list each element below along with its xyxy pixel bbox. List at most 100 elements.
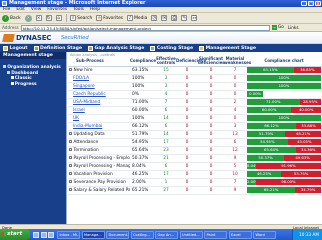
taskbar-task[interactable]: Document...: [106, 230, 129, 239]
discuss-icon[interactable]: ☷: [191, 15, 198, 21]
search-button[interactable]: ⌕ Search: [70, 15, 92, 21]
desktop-quicklaunch-icon[interactable]: [40, 231, 47, 238]
logout-icon: [3, 45, 8, 51]
compliance-bar: 46.25% 53.75%: [246, 170, 322, 179]
location-link[interactable]: FDO/LA: [69, 76, 89, 81]
favorites-button[interactable]: ★ Favorites: [96, 15, 123, 21]
compliance-bar: 0.00%: [246, 90, 322, 99]
history-icon[interactable]: ◷: [151, 15, 158, 21]
subprocess-cell[interactable]: Salary & Salary Related Payments: [68, 186, 130, 195]
nav-costing-stage[interactable]: Costing Stage: [150, 45, 193, 51]
expand-icon[interactable]: [69, 179, 72, 183]
start-button[interactable]: start: [0, 229, 30, 240]
minimize-button[interactable]: _: [301, 0, 307, 7]
subprocess-cell[interactable]: Payroll Processing - Employees: [68, 154, 130, 163]
menu-help[interactable]: Help: [90, 7, 100, 12]
significant-deficiencies-value: 0: [198, 178, 224, 187]
material-weaknesses-value: 9: [224, 186, 246, 195]
mail-icon[interactable]: ✉: [161, 15, 168, 21]
table-row[interactable]: Singapore 100% 3 0 0 0 100%: [68, 82, 322, 91]
close-button[interactable]: ×: [315, 0, 321, 7]
table-row[interactable]: Payroll Processing - Managers8.04%60058.…: [68, 162, 322, 171]
table-row[interactable]: USA-Midland 71.00% 7 0 0 2 71.00% 28.95%: [68, 98, 322, 107]
table-row[interactable]: Termination 65.64% 23 0 0 12 65.64% 34.36%: [68, 146, 322, 155]
nav-logout[interactable]: Logout: [3, 45, 28, 51]
address-input[interactable]: http://10.11.25.45:8080/sinfed/action/se…: [20, 24, 270, 31]
significant-deficiencies-value: 0: [198, 90, 224, 99]
edit-icon[interactable]: ✎: [181, 15, 188, 21]
table-row[interactable]: New hire 63.15% 15 0 0 7 63.15% 36.85%: [68, 66, 322, 75]
table-row[interactable]: India-Mumbai 66.12% 6 0 0 3 66.12% 33.88%: [68, 122, 322, 131]
expand-icon[interactable]: [69, 131, 72, 135]
col-effective-controls[interactable]: Effective controls: [156, 56, 176, 67]
subprocess-cell[interactable]: New hire: [68, 66, 130, 75]
location-link[interactable]: Singapore: [69, 84, 95, 89]
taskbar-task[interactable]: Inbox - Mi...: [57, 230, 80, 239]
menu-view[interactable]: View: [31, 7, 41, 12]
expand-icon[interactable]: [69, 171, 72, 175]
subprocess-cell[interactable]: Severance Pay Provision: [68, 178, 130, 187]
sidebar-tree: Organization analysis Dashboard Classic …: [0, 59, 66, 87]
col-subprocess[interactable]: Sub-Process: [68, 56, 130, 67]
menu-favorites[interactable]: Favorites: [47, 7, 67, 12]
location-link[interactable]: UK: [69, 116, 79, 121]
compliant-segment: 65.21%: [247, 187, 296, 193]
menu-edit[interactable]: Edit: [16, 7, 25, 12]
back-button[interactable]: ‹ Back: [2, 14, 21, 22]
subprocess-cell[interactable]: Attendance: [68, 138, 130, 147]
location-link[interactable]: Israel: [69, 108, 85, 113]
expand-icon[interactable]: [69, 67, 72, 71]
nav-management-stage[interactable]: Management Stage: [199, 45, 256, 51]
table-row[interactable]: Severance Pay Provision2.00%10072.00%98.…: [68, 178, 322, 187]
print-icon[interactable]: ⎙: [171, 15, 178, 21]
taskbar-task[interactable]: Manage...: [81, 230, 105, 239]
taskbar-task[interactable]: Costing...: [130, 230, 154, 239]
taskbar-task[interactable]: Excel: [228, 230, 252, 239]
go-button[interactable]: → Go: [271, 25, 284, 30]
tree-item-progress[interactable]: Progress: [3, 82, 66, 88]
table-row[interactable]: UK 100% 14 0 0 0 100%: [68, 114, 322, 123]
col-compliance[interactable]: Compliance: [130, 56, 156, 67]
maximize-button[interactable]: □: [308, 0, 314, 7]
table-row[interactable]: Czech Republic 0% 4 0 0 0 0.00%: [68, 90, 322, 99]
col-deficiencies[interactable]: Deficiencies: [176, 56, 203, 67]
home-icon[interactable]: ⌂: [55, 15, 62, 21]
expand-icon[interactable]: [69, 147, 72, 151]
nav-gap-analysis-stage[interactable]: Gap Analysis Stage: [87, 45, 144, 51]
subprocess-cell[interactable]: Payroll Processing - Managers: [68, 162, 130, 171]
table-row[interactable]: Payroll Processing - Employees50.37%2100…: [68, 154, 322, 163]
taskbar-task[interactable]: Paint: [204, 230, 227, 239]
location-link[interactable]: USA-Midland: [69, 100, 100, 105]
links-label[interactable]: Links: [288, 25, 299, 30]
expand-icon[interactable]: [69, 139, 72, 143]
ie-quicklaunch-icon[interactable]: [33, 231, 39, 238]
media-button[interactable]: ♪ Media: [127, 15, 147, 21]
location-link[interactable]: Czech Republic: [69, 92, 106, 97]
forward-button[interactable]: ›: [24, 14, 32, 22]
refresh-icon[interactable]: ↻: [45, 15, 52, 21]
menu-tools[interactable]: Tools: [73, 7, 84, 12]
table-row[interactable]: Israel 60.00% 6 0 0 4 60.00% 40.00%: [68, 106, 322, 115]
compliant-segment: 66.12%: [247, 123, 296, 129]
expand-icon[interactable]: [69, 163, 72, 167]
table-row[interactable]: FDO/LA 100% 3 0 0 0 100%: [68, 74, 322, 83]
expand-icon[interactable]: [69, 155, 72, 159]
location-link[interactable]: India-Mumbai: [69, 124, 102, 129]
taskbar-task[interactable]: Word: [253, 230, 276, 239]
col-significant-deficiencies[interactable]: Significant deficiencies: [198, 56, 225, 67]
table-row[interactable]: Updating Data 51.79% 14 0 0 13 51.79% 48.21%: [68, 130, 322, 139]
table-row[interactable]: Attendance 54.95% 17 0 0 6 54.95% 45.05%: [68, 138, 322, 147]
taskbar-task[interactable]: Gap An...: [155, 230, 178, 239]
stop-icon[interactable]: ×: [35, 15, 42, 21]
outlook-quicklaunch-icon[interactable]: [48, 231, 54, 238]
expand-icon[interactable]: [69, 187, 72, 191]
subprocess-cell[interactable]: Updating Data: [68, 130, 130, 139]
subprocess-cell[interactable]: Termination: [68, 146, 130, 155]
nav-definition-stage[interactable]: Definition Stage: [33, 45, 82, 51]
col-material-weaknesses[interactable]: Material weaknesses: [224, 56, 251, 67]
table-row[interactable]: Vacation Provision 46.25% 17 0 0 10 46.25% 53.7…: [68, 170, 322, 179]
menu-file[interactable]: File: [3, 7, 10, 12]
taskbar-task[interactable]: Untitled...: [179, 230, 203, 239]
table-row[interactable]: Salary & Salary Related Payments65.21%27…: [68, 186, 322, 195]
subprocess-cell[interactable]: Vacation Provision: [68, 170, 130, 179]
